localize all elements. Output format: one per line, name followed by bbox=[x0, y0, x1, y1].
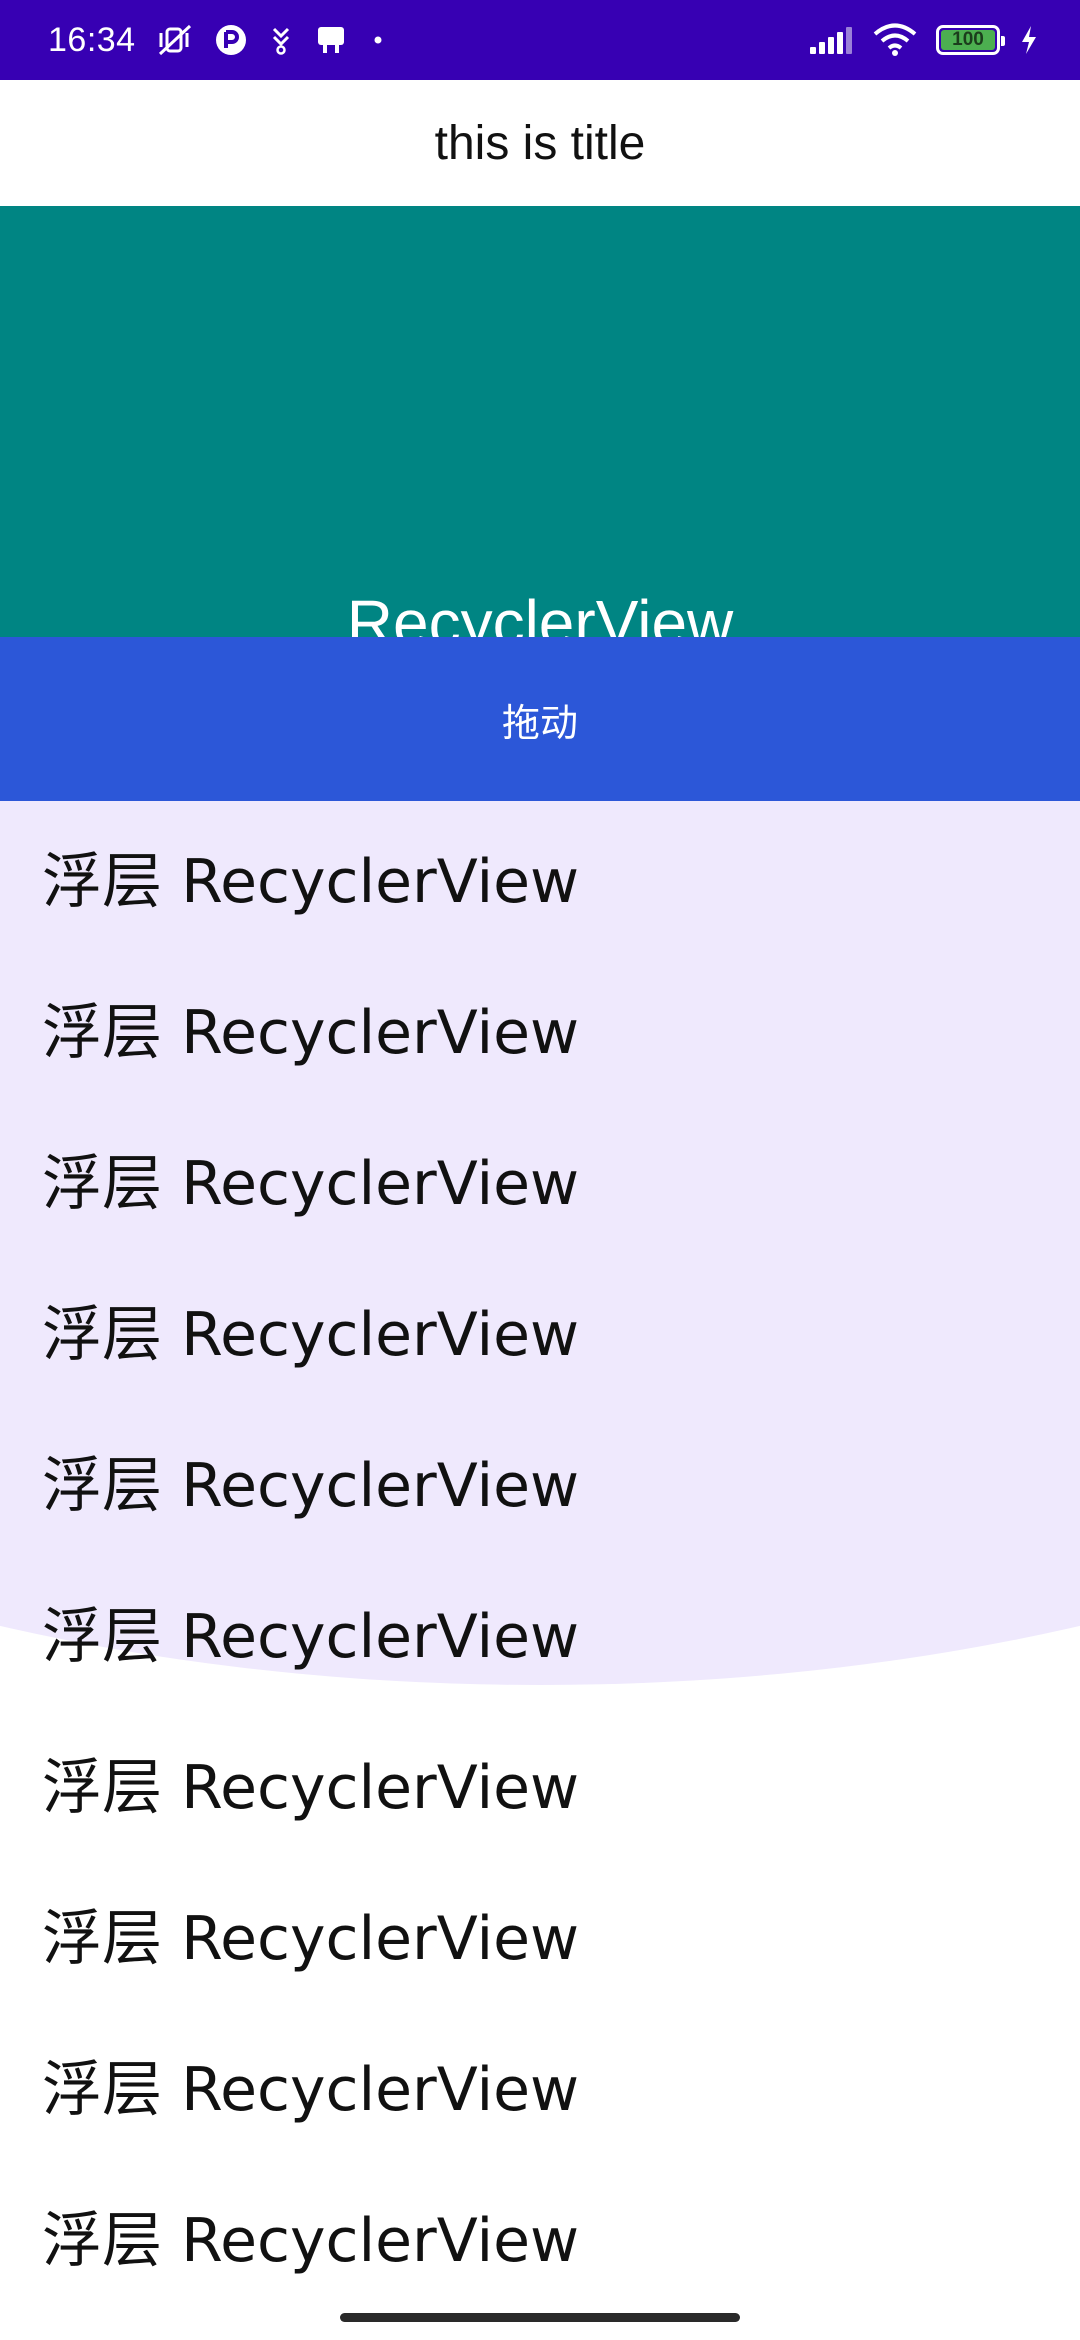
status-time: 16:34 bbox=[48, 20, 136, 59]
notification-icon bbox=[314, 23, 348, 57]
status-bar: 16:34 100 bbox=[0, 0, 1080, 80]
wifi-icon bbox=[872, 23, 918, 57]
battery-icon: 100 bbox=[936, 25, 1005, 55]
list-item-label: 浮层 RecyclerView bbox=[42, 1904, 580, 1974]
list-item-label: 浮层 RecyclerView bbox=[42, 1451, 580, 1521]
status-bar-left: 16:34 bbox=[48, 21, 388, 60]
drag-handle[interactable]: 拖动 bbox=[0, 637, 1080, 801]
charging-icon bbox=[1018, 24, 1040, 56]
page-title: this is title bbox=[434, 116, 646, 170]
list-item[interactable]: 浮层 RecyclerView bbox=[0, 1858, 1080, 2009]
list-item[interactable]: 浮层 RecyclerView bbox=[0, 1254, 1080, 1405]
list-item[interactable]: 浮层 RecyclerView bbox=[0, 1405, 1080, 1556]
mute-vibrate-icon bbox=[156, 23, 194, 57]
background-recycler-label: RecyclerView bbox=[346, 587, 734, 640]
list-item[interactable]: 浮层 RecyclerView bbox=[0, 801, 1080, 952]
list-item-label: 浮层 RecyclerView bbox=[42, 1149, 580, 1219]
list-item-label: 浮层 RecyclerView bbox=[42, 1753, 580, 1823]
list-item-label: 浮层 RecyclerView bbox=[42, 2055, 580, 2125]
title-bar: this is title bbox=[0, 80, 1080, 206]
list-item-label: 浮层 RecyclerView bbox=[42, 998, 580, 1068]
download-icon bbox=[268, 25, 294, 55]
list-item[interactable]: 浮层 RecyclerView bbox=[0, 1707, 1080, 1858]
list-item[interactable]: 浮层 RecyclerView bbox=[0, 2160, 1080, 2311]
signal-icon bbox=[808, 25, 854, 55]
list-item[interactable]: 浮层 RecyclerView bbox=[0, 1103, 1080, 1254]
gesture-nav-bar[interactable] bbox=[340, 2313, 740, 2322]
list-item-label: 浮层 RecyclerView bbox=[42, 847, 580, 917]
dot-icon bbox=[368, 30, 388, 50]
background-recycler-view[interactable]: RecyclerView bbox=[0, 206, 1080, 640]
list-item-label: 浮层 RecyclerView bbox=[42, 1602, 580, 1672]
app-badge-icon bbox=[214, 23, 248, 57]
drag-handle-label: 拖动 bbox=[501, 700, 578, 745]
overlay-recycler-view[interactable]: 浮层 RecyclerView 浮层 RecyclerView 浮层 Recyc… bbox=[0, 801, 1080, 2340]
status-bar-right: 100 bbox=[808, 23, 1040, 57]
battery-level: 100 bbox=[941, 29, 995, 50]
list-item[interactable]: 浮层 RecyclerView bbox=[0, 952, 1080, 1103]
list-item-label: 浮层 RecyclerView bbox=[42, 1300, 580, 1370]
list-item[interactable]: 浮层 RecyclerView bbox=[0, 1556, 1080, 1707]
list-item-label: 浮层 RecyclerView bbox=[42, 2206, 580, 2276]
list-item[interactable]: 浮层 RecyclerView bbox=[0, 2009, 1080, 2160]
